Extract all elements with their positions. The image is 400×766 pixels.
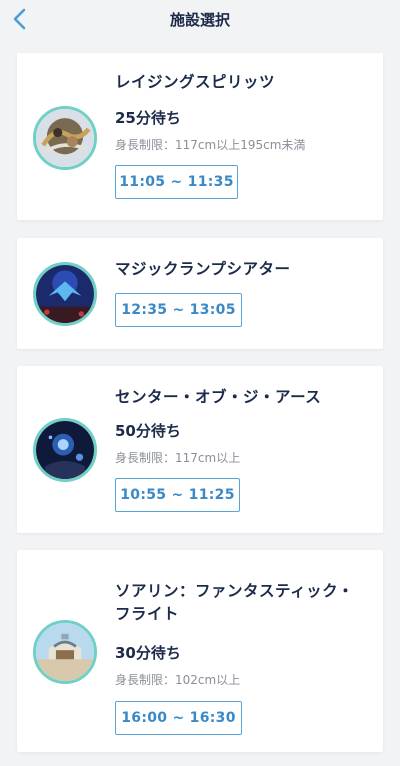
facility-thumbnail xyxy=(33,620,97,684)
wait-time: 25分待ち xyxy=(115,109,181,127)
top-nav-bar: 施設選択 xyxy=(0,0,400,40)
facility-name: センター・オブ・ジ・アース xyxy=(115,388,322,406)
facility-thumbnail xyxy=(33,418,97,482)
facility-thumbnail xyxy=(33,262,97,326)
facility-thumbnail xyxy=(33,106,97,170)
facility-card-center-of-the-earth[interactable]: センター・オブ・ジ・アース 50分待ち 身長制限：117cm以上 10:55 ~… xyxy=(17,366,383,533)
facility-name-line2: フライト xyxy=(115,605,180,623)
facility-name: マジックランプシアター xyxy=(115,260,291,278)
facility-card-raging-spirits[interactable]: レイジングスピリッツ 25分待ち 身長制限：117cm以上195cm未満 11:… xyxy=(17,53,383,220)
time-slot-button[interactable]: 10:55 ~ 11:25 xyxy=(115,478,240,512)
wait-time: 30分待ち xyxy=(115,644,181,662)
height-restriction: 身長制限：117cm以上 xyxy=(115,451,241,465)
wait-time: 50分待ち xyxy=(115,422,181,440)
facility-name-line1: ソアリン：ファンタスティック・ xyxy=(115,582,354,600)
time-slot-button[interactable]: 11:05 ~ 11:35 xyxy=(115,165,238,199)
height-restriction: 身長制限：102cm以上 xyxy=(115,673,241,687)
time-slot-button[interactable]: 12:35 ~ 13:05 xyxy=(115,293,242,327)
height-restriction: 身長制限：117cm以上195cm未満 xyxy=(115,138,306,152)
facility-card-magic-lamp-theater[interactable]: マジックランプシアター 12:35 ~ 13:05 xyxy=(17,238,383,349)
time-slot-button[interactable]: 16:00 ~ 16:30 xyxy=(115,701,242,735)
facility-name: レイジングスピリッツ xyxy=(115,73,276,91)
facility-card-soaring[interactable]: ソアリン：ファンタスティック・ フライト 30分待ち 身長制限：102cm以上 … xyxy=(17,550,383,752)
facility-name: ソアリン：ファンタスティック・ フライト xyxy=(115,580,367,626)
page-title: 施設選択 xyxy=(169,11,230,29)
